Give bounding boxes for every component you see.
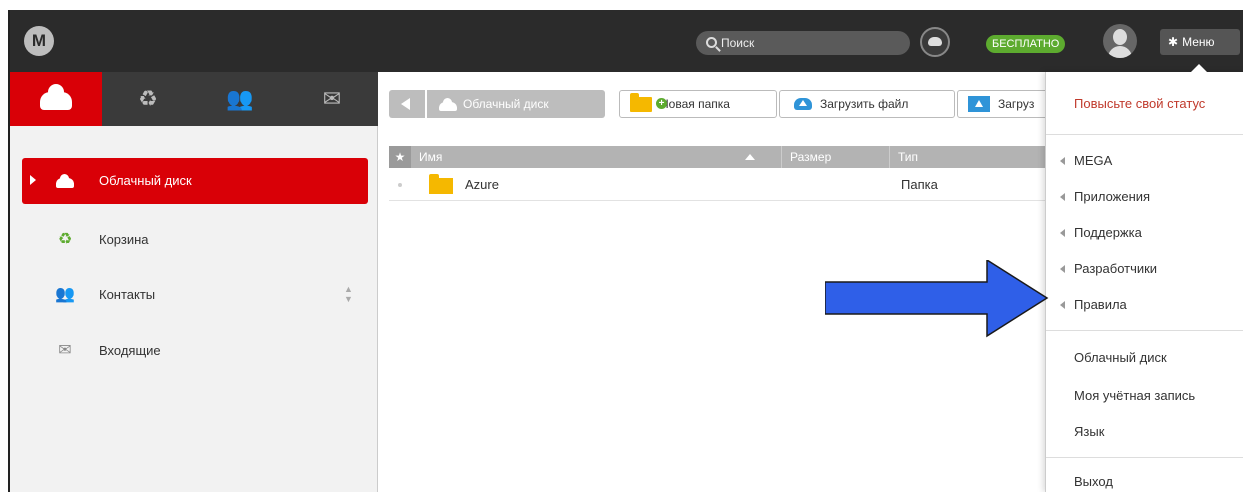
app-window: M Поиск БЕСПЛАТНО ✱ Меню ♻ 👥 ✉ Облачный д… — [8, 10, 1243, 492]
sort-arrows-icon[interactable]: ▲ ▼ — [344, 284, 353, 304]
section-icon-bar: ♻ 👥 ✉ — [10, 72, 378, 126]
plan-badge[interactable]: БЕСПЛАТНО — [986, 35, 1066, 53]
menu-item-label: Поддержка — [1074, 225, 1142, 240]
tab-contacts[interactable]: 👥 — [194, 72, 286, 126]
search-icon — [706, 37, 717, 48]
favorite-dot-icon[interactable] — [398, 183, 402, 187]
gear-icon: ✱ — [1168, 35, 1179, 49]
star-icon[interactable]: ★ — [389, 146, 411, 168]
upload-file-label: Загрузить файл — [820, 97, 909, 111]
left-sidebar: ♻ 👥 ✉ Облачный диск ♻ Корзина 👥 Контакты… — [10, 72, 378, 492]
menu-label: Меню — [1182, 35, 1215, 49]
sort-ascending-icon[interactable] — [745, 154, 755, 160]
tab-cloud-drive[interactable] — [10, 72, 102, 126]
sidebar-item-inbox[interactable]: ✉ Входящие — [22, 328, 368, 374]
sidebar-item-cloud-drive[interactable]: Облачный диск — [22, 158, 368, 204]
sidebar-item-contacts[interactable]: 👥 Контакты ▲ ▼ — [22, 272, 368, 318]
upload-file-button[interactable]: Загрузить файл — [779, 90, 955, 118]
submenu-arrow-icon — [1060, 157, 1065, 165]
menu-item-label: Приложения — [1074, 189, 1151, 204]
menu-item-developers[interactable]: Разработчики — [1046, 251, 1243, 287]
submenu-arrow-icon — [1060, 265, 1065, 273]
menu-item-apps[interactable]: Приложения — [1046, 179, 1243, 215]
upload-folder-label: Загруз — [998, 97, 1035, 111]
new-folder-button[interactable]: + Новая папка — [619, 90, 777, 118]
cloud-status-icon[interactable] — [920, 27, 950, 57]
recycle-icon: ♻ — [57, 231, 73, 248]
top-bar: M Поиск БЕСПЛАТНО ✱ Меню — [10, 10, 1243, 72]
menu-item-terms[interactable]: Правила — [1046, 287, 1243, 323]
toolbar: Облачный диск + Новая папка Загрузить фа… — [379, 72, 1077, 136]
upload-folder-icon — [968, 96, 990, 112]
sidebar-item-label: Корзина — [99, 232, 149, 247]
sidebar-item-rubbish-bin[interactable]: ♻ Корзина — [22, 217, 368, 263]
menu-item-mega[interactable]: MEGA — [1046, 143, 1243, 179]
submenu-arrow-icon — [1060, 193, 1065, 201]
column-name[interactable]: Имя — [411, 146, 781, 168]
search-input[interactable]: Поиск — [696, 31, 910, 55]
envelope-icon: ✉ — [58, 342, 72, 359]
contacts-icon: 👥 — [226, 86, 254, 111]
cloud-icon — [55, 172, 75, 190]
column-type[interactable]: Тип — [889, 146, 1045, 168]
recycle-icon: ♻ — [138, 86, 158, 111]
column-size[interactable]: Размер — [781, 146, 889, 168]
search-placeholder: Поиск — [721, 36, 755, 50]
breadcrumb-label: Облачный диск — [463, 97, 549, 111]
file-name: Azure — [465, 177, 499, 192]
menu-item-language[interactable]: Язык — [1046, 414, 1243, 450]
tab-inbox[interactable]: ✉ — [286, 72, 378, 126]
menu-upgrade[interactable]: Повысьте свой статус — [1046, 86, 1243, 122]
mega-logo-icon[interactable]: M — [24, 26, 54, 56]
folder-icon — [429, 174, 453, 194]
avatar-icon[interactable] — [1103, 24, 1137, 58]
divider — [1046, 457, 1243, 458]
sidebar-item-label: Облачный диск — [99, 173, 192, 188]
contacts-icon: 👥 — [55, 286, 75, 303]
cloud-icon — [439, 98, 457, 111]
submenu-arrow-icon — [1060, 229, 1065, 237]
breadcrumb[interactable]: Облачный диск — [427, 90, 605, 118]
menu-item-label: Разработчики — [1074, 261, 1158, 276]
back-button[interactable] — [389, 90, 425, 118]
main-menu-dropdown: Повысьте свой статус MEGA Приложения Под… — [1045, 64, 1243, 492]
new-folder-label: Новая папка — [660, 97, 730, 111]
divider — [1046, 134, 1243, 135]
new-folder-icon: + — [630, 93, 667, 112]
expand-caret-icon[interactable] — [30, 175, 36, 185]
menu-item-logout[interactable]: Выход — [1046, 464, 1243, 492]
envelope-icon: ✉ — [322, 86, 342, 111]
menu-item-label: MEGA — [1074, 153, 1113, 168]
menu-item-cloud-drive[interactable]: Облачный диск — [1046, 340, 1243, 376]
menu-item-support[interactable]: Поддержка — [1046, 215, 1243, 251]
sidebar-item-label: Контакты — [99, 287, 156, 302]
file-type: Папка — [901, 177, 938, 192]
menu-item-label: Правила — [1074, 297, 1127, 312]
sidebar-item-label: Входящие — [99, 343, 161, 358]
annotation-arrow — [825, 260, 1049, 338]
menu-button[interactable]: ✱ Меню — [1160, 29, 1240, 55]
menu-item-account[interactable]: Моя учётная запись — [1046, 378, 1243, 414]
submenu-arrow-icon — [1060, 301, 1065, 309]
table-header: ★ Имя Размер Тип — [389, 146, 1045, 168]
upload-cloud-icon — [794, 98, 812, 110]
tab-rubbish-bin[interactable]: ♻ — [102, 72, 194, 126]
divider — [1046, 330, 1243, 331]
table-row[interactable]: Azure Папка — [389, 169, 1045, 201]
